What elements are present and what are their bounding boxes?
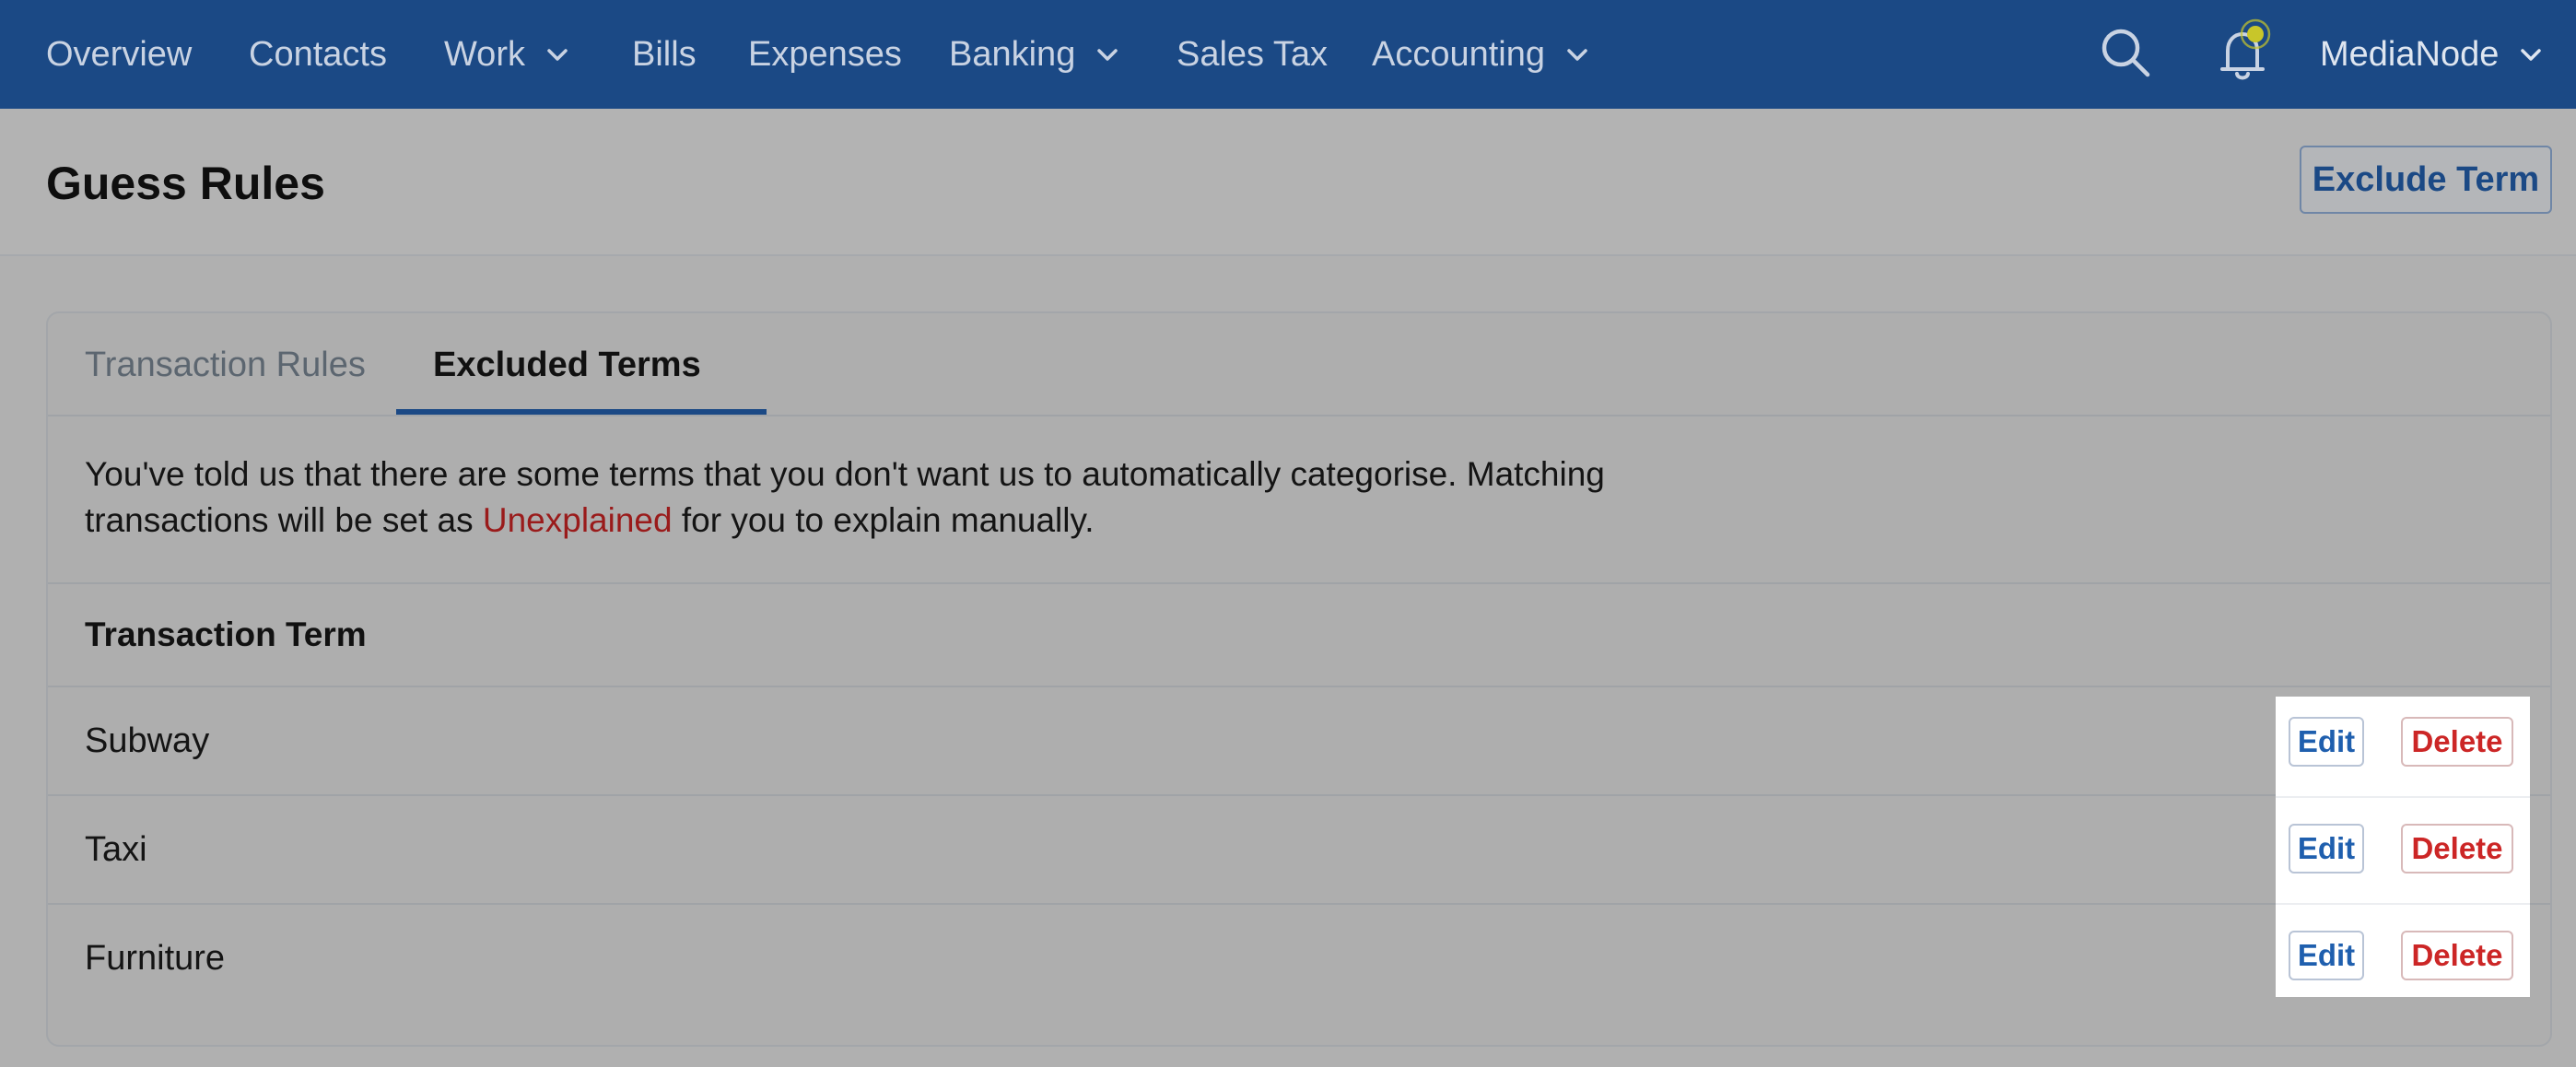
account-menu[interactable]: MediaNode [2320, 0, 2543, 109]
table-row: Taxi [48, 796, 2550, 903]
nav-item-label: Expenses [748, 34, 902, 74]
tab-excluded-terms[interactable]: Excluded Terms [433, 313, 701, 416]
divider [2276, 796, 2530, 798]
delete-button[interactable]: Delete [2401, 931, 2513, 980]
transaction-term: Subway [85, 721, 210, 760]
table-row: Subway [48, 687, 2550, 794]
search-icon [2099, 26, 2152, 84]
chevron-down-icon [2519, 42, 2543, 66]
nav-item-overview[interactable]: Overview [46, 0, 192, 109]
chevron-down-icon [545, 42, 569, 66]
edit-button[interactable]: Edit [2289, 931, 2364, 980]
nav-item-sales-tax[interactable]: Sales Tax [1177, 0, 1328, 109]
account-name: MediaNode [2320, 34, 2500, 74]
nav-item-work[interactable]: Work [444, 0, 569, 109]
nav-item-label: Bills [632, 34, 697, 74]
table-row: Furniture [48, 905, 2550, 1012]
tab-bar: Transaction Rules Excluded Terms [48, 313, 2550, 416]
excluded-terms-card: Transaction Rules Excluded Terms You've … [46, 311, 2552, 1047]
active-tab-indicator [396, 409, 767, 415]
divider [48, 582, 2550, 584]
nav-item-accounting[interactable]: Accounting [1372, 0, 1589, 109]
transaction-term: Furniture [85, 938, 226, 978]
bell-icon [2207, 16, 2281, 94]
nav-item-bills[interactable]: Bills [632, 0, 697, 109]
nav-item-banking[interactable]: Banking [949, 0, 1119, 109]
exclude-term-button[interactable]: Exclude Term [2300, 146, 2552, 214]
nav-item-contacts[interactable]: Contacts [249, 0, 387, 109]
nav-item-label: Accounting [1372, 34, 1546, 74]
nav-item-label: Work [444, 34, 525, 74]
notifications-button[interactable] [2207, 0, 2281, 109]
column-header-transaction-term: Transaction Term [85, 616, 367, 653]
nav-item-label: Banking [949, 34, 1076, 74]
search-button[interactable] [2099, 0, 2154, 109]
nav-item-label: Sales Tax [1177, 34, 1329, 74]
divider [2276, 903, 2530, 905]
delete-button[interactable]: Delete [2401, 717, 2513, 767]
delete-button[interactable]: Delete [2401, 824, 2513, 874]
chevron-down-icon [1095, 42, 1119, 66]
page-title: Guess Rules [46, 158, 325, 209]
nav-item-expenses[interactable]: Expenses [748, 0, 902, 109]
transaction-term: Taxi [85, 829, 147, 869]
edit-button[interactable]: Edit [2289, 824, 2364, 874]
row-actions-panel: Edit Delete Edit Delete Edit Delete [2276, 697, 2530, 997]
edit-button[interactable]: Edit [2289, 717, 2364, 767]
unexplained-label: Unexplained [482, 501, 673, 539]
nav-item-label: Overview [46, 34, 193, 74]
tab-transaction-rules[interactable]: Transaction Rules [85, 313, 366, 416]
description-text: You've told us that there are some terms… [85, 455, 1605, 539]
page-header: Guess Rules Exclude Term [0, 109, 2576, 256]
nav-item-label: Contacts [249, 34, 387, 74]
chevron-down-icon [1565, 42, 1589, 66]
top-navigation: Overview Contacts Work Bills Expenses Ba… [0, 0, 2576, 109]
